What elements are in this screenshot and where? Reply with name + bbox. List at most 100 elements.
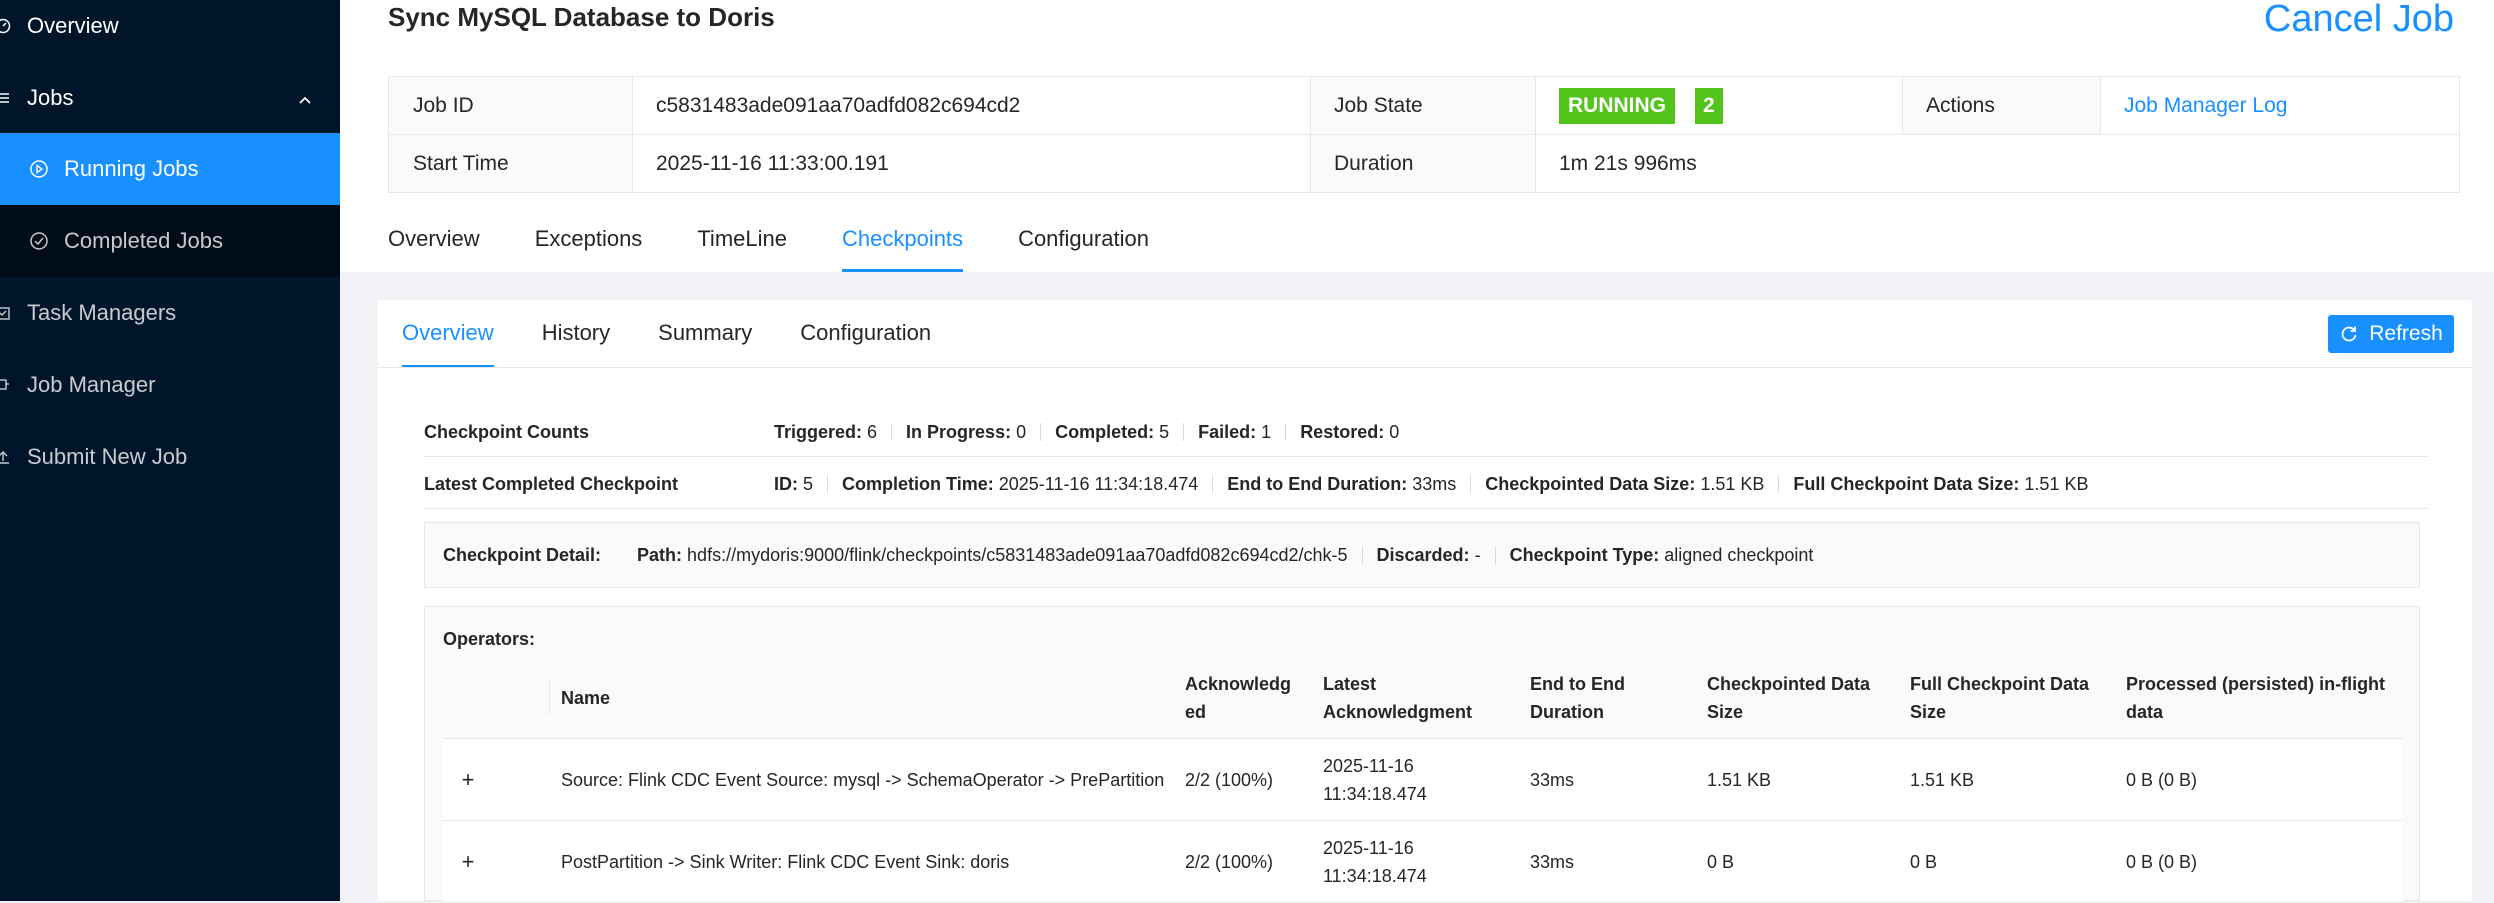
duration-label: Duration xyxy=(1310,135,1535,192)
schedule-icon xyxy=(0,302,14,324)
sidebar-item-label: Jobs xyxy=(27,85,74,110)
job-state-label: Job State xyxy=(1310,77,1535,134)
divider xyxy=(632,77,633,192)
chevron-up-icon xyxy=(298,87,312,113)
row-e2e: 33ms xyxy=(1530,852,1575,872)
subtab-summary[interactable]: Summary xyxy=(658,320,752,368)
play-circle-icon xyxy=(28,158,50,180)
start-time-label: Start Time xyxy=(389,135,632,192)
start-time-value: 2025-11-16 11:33:00.191 xyxy=(656,151,889,175)
completed-count: Completed: 5 xyxy=(1055,422,1198,443)
divider xyxy=(2100,77,2101,134)
discarded-value: - xyxy=(1474,544,1481,565)
completion-time-value: 2025-11-16 11:34:18.474 xyxy=(998,473,1199,494)
latest-id: ID: 5 xyxy=(774,474,842,495)
tab-configuration[interactable]: Configuration xyxy=(1018,226,1149,272)
tab-exceptions[interactable]: Exceptions xyxy=(535,226,643,272)
check-circle-icon xyxy=(28,230,50,252)
checkpoint-type: Checkpoint Type: aligned checkpoint xyxy=(1510,545,1814,566)
checkpointed-data-size: Checkpointed Data Size: 1.51 KB xyxy=(1485,474,1793,495)
row-ack: 2/2 (100%) xyxy=(1185,770,1274,790)
e2e-value: 33ms xyxy=(1412,473,1457,494)
refresh-button[interactable]: Refresh xyxy=(2328,315,2454,353)
latest-id-value: 5 xyxy=(803,473,814,494)
tab-timeline[interactable]: TimeLine xyxy=(697,226,787,272)
checkpoint-counts-row: Checkpoint Counts Triggered: 6 In Progre… xyxy=(424,420,1399,444)
reload-icon xyxy=(2341,326,2357,342)
end-to-end-duration: End to End Duration: 33ms xyxy=(1227,474,1485,495)
row-processed: 0 B (0 B) xyxy=(2126,852,2198,872)
row-ack: 2/2 (100%) xyxy=(1185,852,1274,872)
failed-key: Failed: xyxy=(1198,421,1257,442)
subtab-history[interactable]: History xyxy=(542,320,610,368)
checkpoint-detail-label: Checkpoint Detail: xyxy=(443,544,602,565)
sidebar-item-completed-jobs[interactable]: Completed Jobs xyxy=(0,205,340,277)
row-latest: 2025-11-16 11:34:18.474 xyxy=(1323,756,1427,804)
divider xyxy=(424,456,2428,457)
completed-key: Completed: xyxy=(1055,421,1155,442)
refresh-label: Refresh xyxy=(2369,322,2443,345)
checkpoint-counts-label: Checkpoint Counts xyxy=(424,421,589,442)
subtab-configuration[interactable]: Configuration xyxy=(800,320,931,368)
failed-value: 1 xyxy=(1261,421,1272,442)
dashboard-icon xyxy=(0,15,14,37)
checkpoint-detail: Checkpoint Detail: Path: hdfs://mydoris:… xyxy=(424,522,2420,588)
sidebar-item-label: Completed Jobs xyxy=(64,228,223,253)
sidebar-item-submit-new-job[interactable]: Submit New Job xyxy=(0,421,340,493)
task-count-badge: 2 xyxy=(1695,87,1723,124)
status-badge: RUNNING xyxy=(1559,87,1675,124)
sidebar-item-task-managers[interactable]: Task Managers xyxy=(0,277,340,349)
row-size: 0 B xyxy=(1707,852,1735,872)
size-value: 1.51 KB xyxy=(1700,473,1765,494)
full-size-value: 1.51 KB xyxy=(2024,473,2089,494)
job-header: Sync MySQL Database to Doris Cancel Job … xyxy=(340,0,2494,272)
triggered-value: 6 xyxy=(867,421,878,442)
row-e2e: 33ms xyxy=(1530,770,1575,790)
sidebar-item-job-manager[interactable]: Job Manager xyxy=(0,349,340,421)
latest-checkpoint-label: Latest Completed Checkpoint xyxy=(424,473,679,494)
col-latest-ack: Latest Acknowledgment xyxy=(1323,674,1473,722)
sidebar-item-label: Running Jobs xyxy=(64,156,199,181)
expand-row-button[interactable]: + xyxy=(453,847,483,877)
actions-value: Job Manager Log xyxy=(2100,77,2461,134)
expand-row-button[interactable]: + xyxy=(453,765,483,795)
sidebar-item-overview[interactable]: Overview xyxy=(0,0,340,62)
sidebar-item-jobs[interactable]: Jobs xyxy=(0,62,340,134)
divider xyxy=(1310,77,1311,192)
restored-key: Restored: xyxy=(1300,421,1385,442)
operators-section: Operators: Name Acknowledg ed Latest Ack… xyxy=(424,606,2420,903)
col-name: Name xyxy=(561,688,611,708)
subtab-overview[interactable]: Overview xyxy=(402,320,494,368)
divider xyxy=(549,681,550,715)
sidebar-item-running-jobs[interactable]: Running Jobs xyxy=(0,133,340,205)
page-title: Sync MySQL Database to Doris xyxy=(388,2,775,32)
failed-count: Failed: 1 xyxy=(1198,422,1300,443)
duration-value: 1m 21s 996ms xyxy=(1559,151,1697,175)
checkpoints-card: Overview History Summary Configuration R… xyxy=(378,300,2472,903)
divider xyxy=(389,134,2459,135)
completion-time-key: Completion Time: xyxy=(842,473,994,494)
sidebar-item-label: Overview xyxy=(27,13,119,38)
row-name: PostPartition -> Sink Writer: Flink CDC … xyxy=(561,852,1010,872)
path-key: Path: xyxy=(637,544,683,565)
col-e2e-duration: End to End Duration xyxy=(1530,674,1625,722)
divider xyxy=(1902,77,1903,134)
job-manager-log-link[interactable]: Job Manager Log xyxy=(2124,94,2287,118)
restored-count: Restored: 0 xyxy=(1300,422,1399,443)
latest-id-key: ID: xyxy=(774,473,798,494)
checkpoint-discarded: Discarded: - xyxy=(1377,545,1510,566)
row-size: 1.51 KB xyxy=(1707,770,1772,790)
sidebar-item-label: Task Managers xyxy=(27,300,177,325)
full-size-key: Full Checkpoint Data Size: xyxy=(1793,473,2020,494)
job-info-table: Job ID c5831483ade091aa70adfd082c694cd2 … xyxy=(388,76,2460,193)
latest-checkpoint-row: Latest Completed Checkpoint ID: 5 Comple… xyxy=(424,472,2088,496)
cancel-job-button[interactable]: Cancel Job xyxy=(2264,0,2454,41)
job-id-value: c5831483ade091aa70adfd082c694cd2 xyxy=(656,93,1021,117)
in-progress-value: 0 xyxy=(1016,421,1027,442)
tab-overview[interactable]: Overview xyxy=(388,226,480,272)
col-full-size: Full Checkpoint Data Size xyxy=(1910,674,2090,722)
divider xyxy=(378,367,2472,368)
size-key: Checkpointed Data Size: xyxy=(1485,473,1696,494)
tab-checkpoints[interactable]: Checkpoints xyxy=(841,226,964,272)
main-content: Sync MySQL Database to Doris Cancel Job … xyxy=(340,0,2494,903)
